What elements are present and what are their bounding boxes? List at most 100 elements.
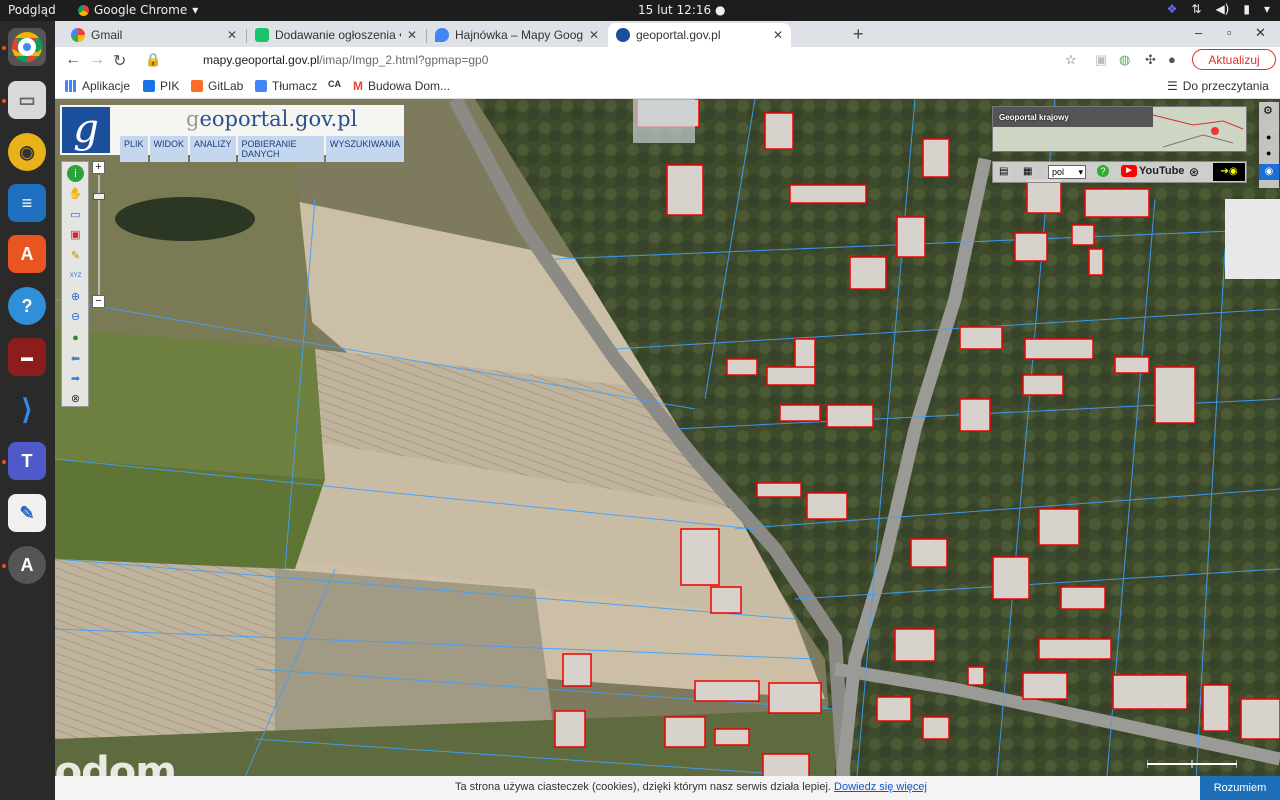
print-icon[interactable]: ▤ [999, 166, 1008, 177]
reload-button[interactable]: ↻ [113, 51, 126, 71]
forward-button[interactable]: → [89, 51, 105, 69]
map-viewport[interactable]: otodom g geoportal.gov.pl PLIK WIDOK ANA… [55, 99, 1280, 800]
bookmark-gitlab[interactable]: GitLab [191, 79, 243, 93]
reading-list[interactable]: ☰ Do przeczytania [1167, 79, 1269, 93]
help-icon[interactable]: ? [1097, 165, 1109, 177]
zoom-box-icon[interactable]: ▭ [67, 206, 84, 223]
xyz-coords-icon[interactable]: XYZ [67, 267, 84, 284]
language-value: pol [1052, 167, 1065, 177]
arrow-left-icon[interactable]: ⬅ [67, 350, 84, 367]
bookmark-budowa[interactable]: M Budowa Dom... [353, 79, 450, 93]
youtube-link[interactable]: ▶ YouTube [1121, 165, 1184, 177]
pan-hand-icon[interactable]: ✋ [67, 185, 84, 202]
bookmark-ca[interactable]: CA [328, 79, 341, 89]
eye-icon[interactable]: ◉ [1259, 164, 1279, 180]
files-dock-icon[interactable]: ▭ [8, 81, 46, 119]
system-tray[interactable]: ❖ ⇅ ◀) ▮ ▾ [1167, 2, 1270, 16]
help-dock-icon[interactable]: ? [8, 287, 46, 325]
activities-button[interactable]: Podgląd [8, 3, 56, 17]
software-dock-icon[interactable]: A [8, 235, 46, 273]
zoom-out-button[interactable]: − [92, 295, 105, 308]
scale-bar [1147, 760, 1237, 768]
close-icon[interactable]: ✕ [407, 28, 417, 42]
dock: ▭ ◉ ≡ A ? ▬ ⟩ T ✎ A [0, 21, 55, 800]
print-map-icon[interactable]: ▦ [1023, 166, 1032, 177]
menu-plik[interactable]: PLIK [120, 136, 148, 162]
geoportal-menu: PLIK WIDOK ANALIZY POBIERANIE DANYCH WYS… [120, 136, 404, 162]
tab-otodom[interactable]: Dodawanie ogłoszenia • … ✕ [247, 23, 425, 47]
address-bar[interactable]: mapy.geoportal.gov.pl/imap/Imgp_2.html?g… [203, 53, 488, 67]
app-menu[interactable]: Google Chrome ▾ [78, 3, 198, 17]
zoom-slider[interactable]: + − [92, 161, 106, 311]
google-g-icon [71, 28, 85, 42]
minimize-button[interactable]: – [1195, 25, 1202, 40]
lock-icon[interactable]: 🔒 [145, 52, 161, 68]
select-box-icon[interactable]: ▣ [67, 226, 84, 243]
high-contrast-icon[interactable]: ➔◉ [1213, 163, 1245, 181]
close-window-button[interactable]: ✕ [1255, 25, 1266, 41]
teams-dock-icon[interactable]: T [8, 442, 46, 480]
tab-geoportal[interactable]: geoportal.gov.pl ✕ [608, 23, 791, 47]
rhythmbox-dock-icon[interactable]: ◉ [8, 133, 46, 171]
geoportal-logo[interactable]: g [62, 107, 110, 153]
close-icon[interactable]: ✕ [589, 28, 599, 42]
settings-icon[interactable]: ⚙ [1263, 104, 1273, 117]
bookmark-star-icon[interactable]: ☆ [1065, 52, 1077, 68]
profile-icon[interactable]: ● [1168, 52, 1176, 67]
otodom-icon [255, 28, 269, 42]
cookie-more-link[interactable]: Dowiedz się więcej [834, 781, 927, 793]
software-updater-dock-icon[interactable]: A [8, 546, 46, 584]
back-button[interactable]: ← [65, 51, 81, 69]
terminal-dock-icon[interactable]: ▬ [8, 338, 46, 376]
writer-dock-icon[interactable]: ≡ [8, 184, 46, 222]
overview-map[interactable]: Geoportal krajowy [992, 106, 1247, 152]
tab-gmail[interactable]: Gmail ✕ [63, 23, 245, 47]
cookie-accept-button[interactable]: Rozumiem [1200, 776, 1280, 800]
menu-pobieranie-danych[interactable]: POBIERANIE DANYCH [237, 136, 324, 162]
menu-analizy[interactable]: ANALIZY [190, 136, 236, 162]
update-button[interactable]: Aktualizuj [1192, 49, 1276, 70]
info-icon[interactable]: i [67, 165, 84, 182]
tab-google-maps[interactable]: Hajnówka – Mapy Google ✕ [427, 23, 607, 47]
language-select[interactable]: pol ▾ [1048, 165, 1086, 179]
zoom-handle[interactable] [93, 193, 105, 200]
bookmark-pik[interactable]: PIK [143, 79, 179, 93]
extension-icon[interactable]: ▣ [1095, 52, 1107, 68]
title-rest: eoportal.gov.pl [199, 107, 358, 131]
puzzle-icon[interactable]: ✣ [1145, 52, 1156, 68]
zoom-in-button[interactable]: + [92, 161, 105, 174]
geoportal-icon [616, 28, 630, 42]
youtube-label: YouTube [1139, 165, 1185, 177]
maximize-button[interactable]: ▫ [1227, 25, 1232, 40]
cookie-message: Ta strona używa ciasteczek (cookies), dz… [455, 781, 927, 793]
menu-widok[interactable]: WIDOK [149, 136, 189, 162]
new-tab-button[interactable]: + [853, 24, 864, 45]
right-side-panel: ⚙ ● ● ◉ [1259, 102, 1279, 188]
measure-icon[interactable]: ⊗ [67, 390, 84, 407]
orthophoto-map[interactable] [55, 99, 1280, 800]
minus-icon[interactable]: ● [1266, 132, 1271, 142]
bookmark-apps[interactable]: Aplikacje [65, 79, 130, 93]
extension-icon[interactable]: ◍ [1119, 52, 1130, 68]
tab-title: Dodawanie ogłoszenia • … [275, 28, 401, 42]
menu-wyszukiwania[interactable]: WYSZUKIWANIA [325, 136, 404, 162]
arrow-right-icon[interactable]: ➡ [67, 370, 84, 387]
text-editor-dock-icon[interactable]: ✎ [8, 494, 46, 532]
vscode-dock-icon[interactable]: ⟩ [8, 390, 46, 428]
volume-icon: ◀) [1215, 2, 1230, 16]
toolbar: ← → ↻ 🔒 mapy.geoportal.gov.pl/imap/Imgp_… [55, 47, 1280, 73]
bookmark-translate[interactable]: Tłumacz [255, 79, 317, 93]
dot-icon[interactable]: ● [1266, 148, 1271, 158]
close-icon[interactable]: ✕ [773, 28, 783, 42]
zoom-in-icon[interactable]: ⊕ [67, 288, 84, 305]
close-icon[interactable]: ✕ [227, 28, 237, 42]
clock[interactable]: 15 lut 12:16 ● [638, 3, 725, 17]
accessibility-icon[interactable]: ⊛ [1189, 165, 1199, 179]
pencil-icon[interactable]: ✎ [67, 247, 84, 264]
teams-tray-icon[interactable]: ❖ [1167, 2, 1178, 16]
geoportal-icon-bar: ▤ ▦ pol ▾ ? ▶ YouTube ⊛ ➔◉ [992, 161, 1247, 183]
chrome-dock-icon[interactable] [8, 28, 46, 66]
zoom-out-icon[interactable]: ⊖ [67, 308, 84, 325]
globe-icon[interactable]: ● [67, 329, 84, 346]
maps-pin-icon [435, 28, 449, 42]
